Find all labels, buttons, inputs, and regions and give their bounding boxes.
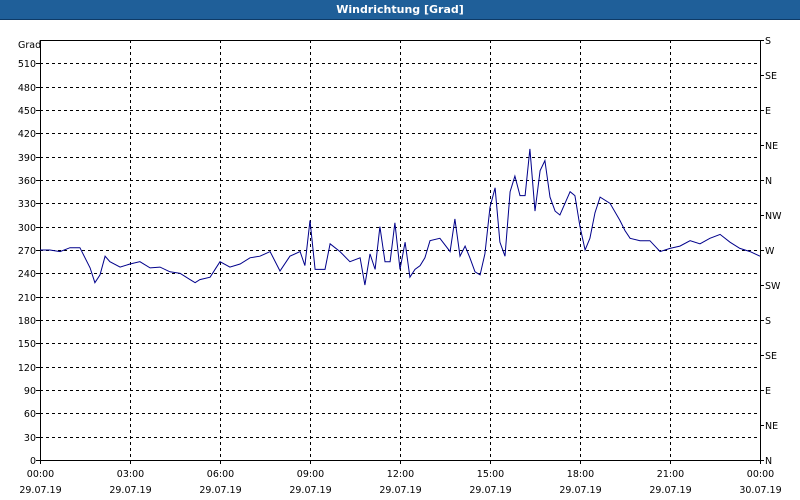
y-tick-label: 0	[30, 456, 36, 467]
wind-direction-chart: 0 30 60 90 120 150 180 210 240 270 300 330 360 390 420…	[18, 36, 782, 496]
y-tick-label: 420	[18, 129, 36, 140]
y-tick-label: 180	[18, 316, 36, 327]
x-tick-date: 29.07.19	[469, 485, 511, 496]
x-tick-time: 09:00	[297, 469, 324, 480]
x-tick-time: 00:00	[747, 469, 774, 480]
y-tick-label: 510	[18, 59, 36, 70]
y-tick-label: 210	[18, 293, 36, 304]
y-tick-label: 390	[18, 153, 36, 164]
x-tick-time: 18:00	[567, 469, 594, 480]
y2-tick-label: SE	[765, 71, 777, 82]
x-axis: 00:00 29.07.19 03:00 29.07.19 06:00 29.07.19 0…	[19, 460, 782, 496]
x-tick-date: 29.07.19	[199, 485, 241, 496]
x-tick-date: 29.07.19	[379, 485, 421, 496]
grid-lines	[40, 40, 760, 460]
y-tick-label: 90	[24, 386, 36, 397]
y-tick-label: 30	[24, 433, 36, 444]
y2-tick-label: N	[765, 176, 772, 187]
y2-tick-label: S	[765, 36, 771, 47]
y2-tick-label: W	[765, 246, 775, 257]
y-axis-label: Grad	[18, 40, 41, 51]
y-tick-label: 330	[18, 199, 36, 210]
x-tick-date: 29.07.19	[19, 485, 61, 496]
y2-tick-label: E	[765, 106, 771, 117]
x-tick-date: 30.07.19	[739, 485, 781, 496]
x-tick-date: 29.07.19	[559, 485, 601, 496]
y-tick-label: 150	[18, 339, 36, 350]
x-tick-time: 06:00	[207, 469, 234, 480]
y-tick-label: 60	[24, 409, 36, 420]
y2-tick-label: SW	[765, 281, 781, 292]
y2-tick-label: SE	[765, 351, 777, 362]
x-tick-date: 29.07.19	[289, 485, 331, 496]
x-tick-time: 12:00	[387, 469, 414, 480]
y2-tick-label: NE	[765, 421, 778, 432]
y-tick-label: 240	[18, 269, 36, 280]
y2-tick-label: NE	[765, 141, 778, 152]
y2-axis: N NE E SE S SW W NW N NE E SE S	[760, 36, 782, 467]
y-tick-label: 120	[18, 363, 36, 374]
x-tick-date: 29.07.19	[649, 485, 691, 496]
y-tick-label: 360	[18, 176, 36, 187]
y2-tick-label: NW	[765, 211, 782, 222]
x-tick-date: 29.07.19	[109, 485, 151, 496]
y-tick-label: 300	[18, 223, 36, 234]
y2-tick-label: S	[765, 316, 771, 327]
y2-tick-label: N	[765, 456, 772, 467]
x-tick-time: 21:00	[657, 469, 684, 480]
x-tick-time: 15:00	[477, 469, 504, 480]
x-tick-time: 03:00	[117, 469, 144, 480]
x-tick-time: 00:00	[27, 469, 54, 480]
y-tick-label: 480	[18, 83, 36, 94]
y-axis: 0 30 60 90 120 150 180 210 240 270 300 330 360 390 420…	[18, 59, 40, 467]
y-tick-label: 450	[18, 106, 36, 117]
y-tick-label: 270	[18, 246, 36, 257]
y2-tick-label: E	[765, 386, 771, 397]
